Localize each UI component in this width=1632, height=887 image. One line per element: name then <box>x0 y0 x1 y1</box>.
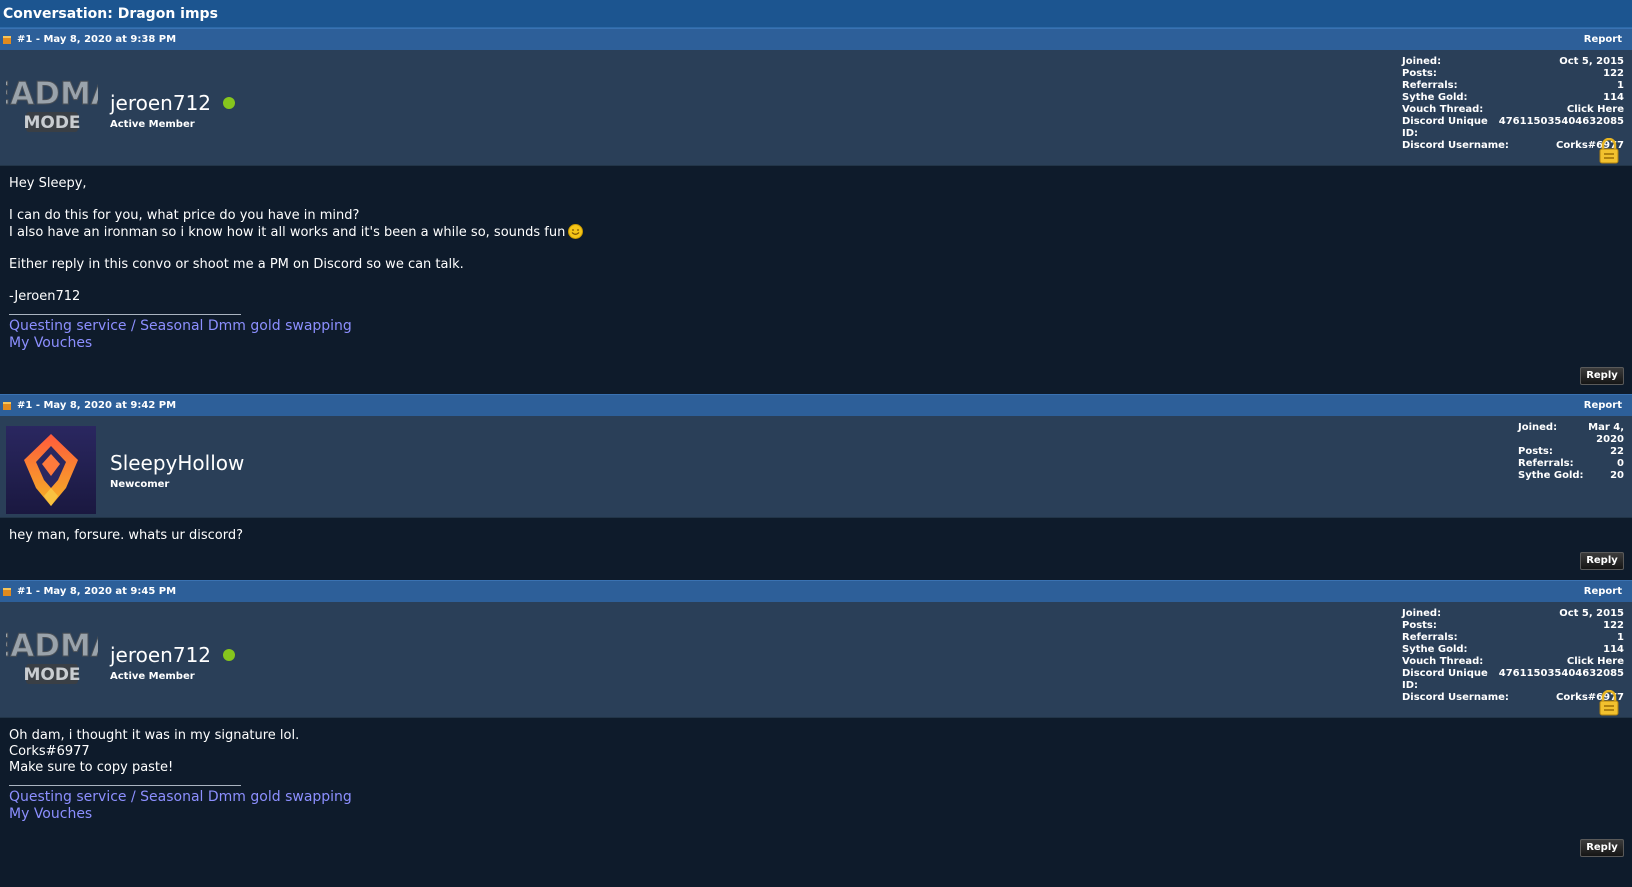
vouch-thread-link[interactable]: Click Here <box>1567 104 1624 116</box>
stat-value-referrals: 0 <box>1617 458 1624 469</box>
smile-emoji-icon <box>568 224 584 239</box>
post-text-line: -Jeroen712 <box>9 289 81 304</box>
post-body: Hey Sleepy, I can do this for you, what … <box>0 166 1632 394</box>
stat-value-discord-id: 476115035404632085 <box>1498 668 1624 679</box>
online-status-icon <box>223 97 236 109</box>
signature-link-vouches[interactable]: My Vouches <box>9 335 1623 352</box>
stat-value-gold: 20 <box>1610 470 1624 481</box>
signature-link-questing[interactable]: Questing service / Seasonal Dmm gold swa… <box>9 318 1623 335</box>
stat-value-joined: Mar 4, 2020 <box>1588 422 1624 445</box>
stat-label-discord-username: Discord Username: <box>1402 140 1509 151</box>
signature-divider <box>9 785 241 786</box>
post-text-line: Hey Sleepy, <box>9 176 87 191</box>
post-body: hey man, forsure. whats ur discord? Repl… <box>0 518 1632 580</box>
post-text-line: Either reply in this convo or shoot me a… <box>9 257 464 272</box>
stat-label-gold: Sythe Gold: <box>1518 470 1584 481</box>
post-header: #1 - May 8, 2020 at 9:45 PM Report <box>0 580 1632 602</box>
stat-label-joined: Joined: <box>1518 422 1558 433</box>
stat-label-gold: Sythe Gold: <box>1402 644 1468 655</box>
username[interactable]: jeroen712 <box>110 92 211 114</box>
stat-value-gold: 114 <box>1603 92 1624 103</box>
stat-value-posts: 122 <box>1603 620 1624 631</box>
svg-text:EADMA: EADMA <box>6 76 98 112</box>
reply-button[interactable]: Reply <box>1580 367 1624 385</box>
user-stats: Joined: Mar 4, 2020 Posts: 22 Referrals: 0 … <box>1518 422 1624 482</box>
user-info-bar: SleepyHollow Newcomer Joined: Mar 4, 2020… <box>0 416 1632 518</box>
post-text-line: Make sure to copy paste! <box>9 760 174 775</box>
post-timestamp: #1 - May 8, 2020 at 9:45 PM <box>17 586 177 597</box>
stat-label-discord-id: Discord Unique ID: <box>1402 116 1488 139</box>
post-header: #1 - May 8, 2020 at 9:42 PM Report <box>0 394 1632 416</box>
username[interactable]: SleepyHollow <box>110 452 244 474</box>
stat-label-referrals: Referrals: <box>1402 632 1458 643</box>
stat-label-posts: Posts: <box>1402 68 1437 79</box>
post-timestamp: #1 - May 8, 2020 at 9:38 PM <box>17 34 177 45</box>
stat-label-vouch: Vouch Thread: <box>1402 104 1484 115</box>
post-text-line: I can do this for you, what price do you… <box>9 208 360 223</box>
avatar[interactable]: EADMA MODE <box>0 68 115 140</box>
post: #1 - May 8, 2020 at 9:42 PM Report Sleep… <box>0 394 1632 580</box>
svg-text:MODE: MODE <box>23 665 80 685</box>
stat-value-referrals: 1 <box>1617 632 1624 643</box>
username[interactable]: jeroen712 <box>110 644 211 666</box>
user-title: Active Member <box>110 119 195 130</box>
stat-value-posts: 22 <box>1610 446 1624 457</box>
online-status-icon <box>223 649 236 661</box>
report-link[interactable]: Report <box>1584 400 1622 411</box>
conversation-title: Conversation: Dragon imps <box>0 0 1632 28</box>
post-text-line: Corks#6977 <box>9 744 90 759</box>
signature-link-questing[interactable]: Questing service / Seasonal Dmm gold swa… <box>9 789 1623 806</box>
stat-value-referrals: 1 <box>1617 80 1624 91</box>
post-header: #1 - May 8, 2020 at 9:38 PM Report <box>0 28 1632 50</box>
post-body: Oh dam, i thought it was in my signature… <box>0 718 1632 878</box>
stat-label-gold: Sythe Gold: <box>1402 92 1468 103</box>
user-info-bar: EADMA MODE jeroen712 Active Member Joine… <box>0 50 1632 166</box>
user-stats: Joined: Oct 5, 2015 Posts: 122 Referrals: 1… <box>1402 56 1624 152</box>
user-stats: Joined: Oct 5, 2015 Posts: 122 Referrals: 1… <box>1402 608 1624 704</box>
stat-value-posts: 122 <box>1603 68 1624 79</box>
post-marker-icon <box>3 35 11 44</box>
signature-link-vouches[interactable]: My Vouches <box>9 806 1623 823</box>
stat-label-vouch: Vouch Thread: <box>1402 656 1484 667</box>
stat-label-joined: Joined: <box>1402 608 1442 619</box>
reply-button[interactable]: Reply <box>1580 839 1624 857</box>
stat-label-referrals: Referrals: <box>1402 80 1458 91</box>
post-marker-icon <box>3 401 11 410</box>
user-info-bar: EADMA MODE jeroen712 Active Member Joine… <box>0 602 1632 718</box>
post: #1 - May 8, 2020 at 9:45 PM Report EADMA… <box>0 580 1632 878</box>
stat-value-gold: 114 <box>1603 644 1624 655</box>
user-title: Active Member <box>110 671 195 682</box>
stat-value-discord-id: 476115035404632085 <box>1498 116 1624 127</box>
post-timestamp: #1 - May 8, 2020 at 9:42 PM <box>17 400 177 411</box>
stat-value-joined: Oct 5, 2015 <box>1559 608 1624 619</box>
user-title: Newcomer <box>110 479 170 490</box>
svg-text:MODE: MODE <box>23 113 80 133</box>
stat-value-joined: Oct 5, 2015 <box>1559 56 1624 67</box>
post-marker-icon <box>3 587 11 596</box>
vouch-thread-link[interactable]: Click Here <box>1567 656 1624 668</box>
lock-icon <box>1598 137 1620 164</box>
report-link[interactable]: Report <box>1584 586 1622 597</box>
post: #1 - May 8, 2020 at 9:38 PM Report EADMA… <box>0 28 1632 394</box>
stat-label-posts: Posts: <box>1518 446 1553 457</box>
avatar[interactable] <box>6 426 96 514</box>
reply-button[interactable]: Reply <box>1580 552 1624 570</box>
report-link[interactable]: Report <box>1584 34 1622 45</box>
post-text-line: I also have an ironman so i know how it … <box>9 225 566 240</box>
lock-icon <box>1598 689 1620 716</box>
post-text-line: Oh dam, i thought it was in my signature… <box>9 728 300 743</box>
avatar[interactable]: EADMA MODE <box>0 620 115 692</box>
stat-label-discord-username: Discord Username: <box>1402 692 1509 703</box>
stat-label-referrals: Referrals: <box>1518 458 1574 469</box>
stat-label-joined: Joined: <box>1402 56 1442 67</box>
signature-divider <box>9 314 241 315</box>
svg-text:EADMA: EADMA <box>6 628 98 664</box>
post-text-line: hey man, forsure. whats ur discord? <box>9 528 243 543</box>
stat-label-posts: Posts: <box>1402 620 1437 631</box>
stat-label-discord-id: Discord Unique ID: <box>1402 668 1488 691</box>
